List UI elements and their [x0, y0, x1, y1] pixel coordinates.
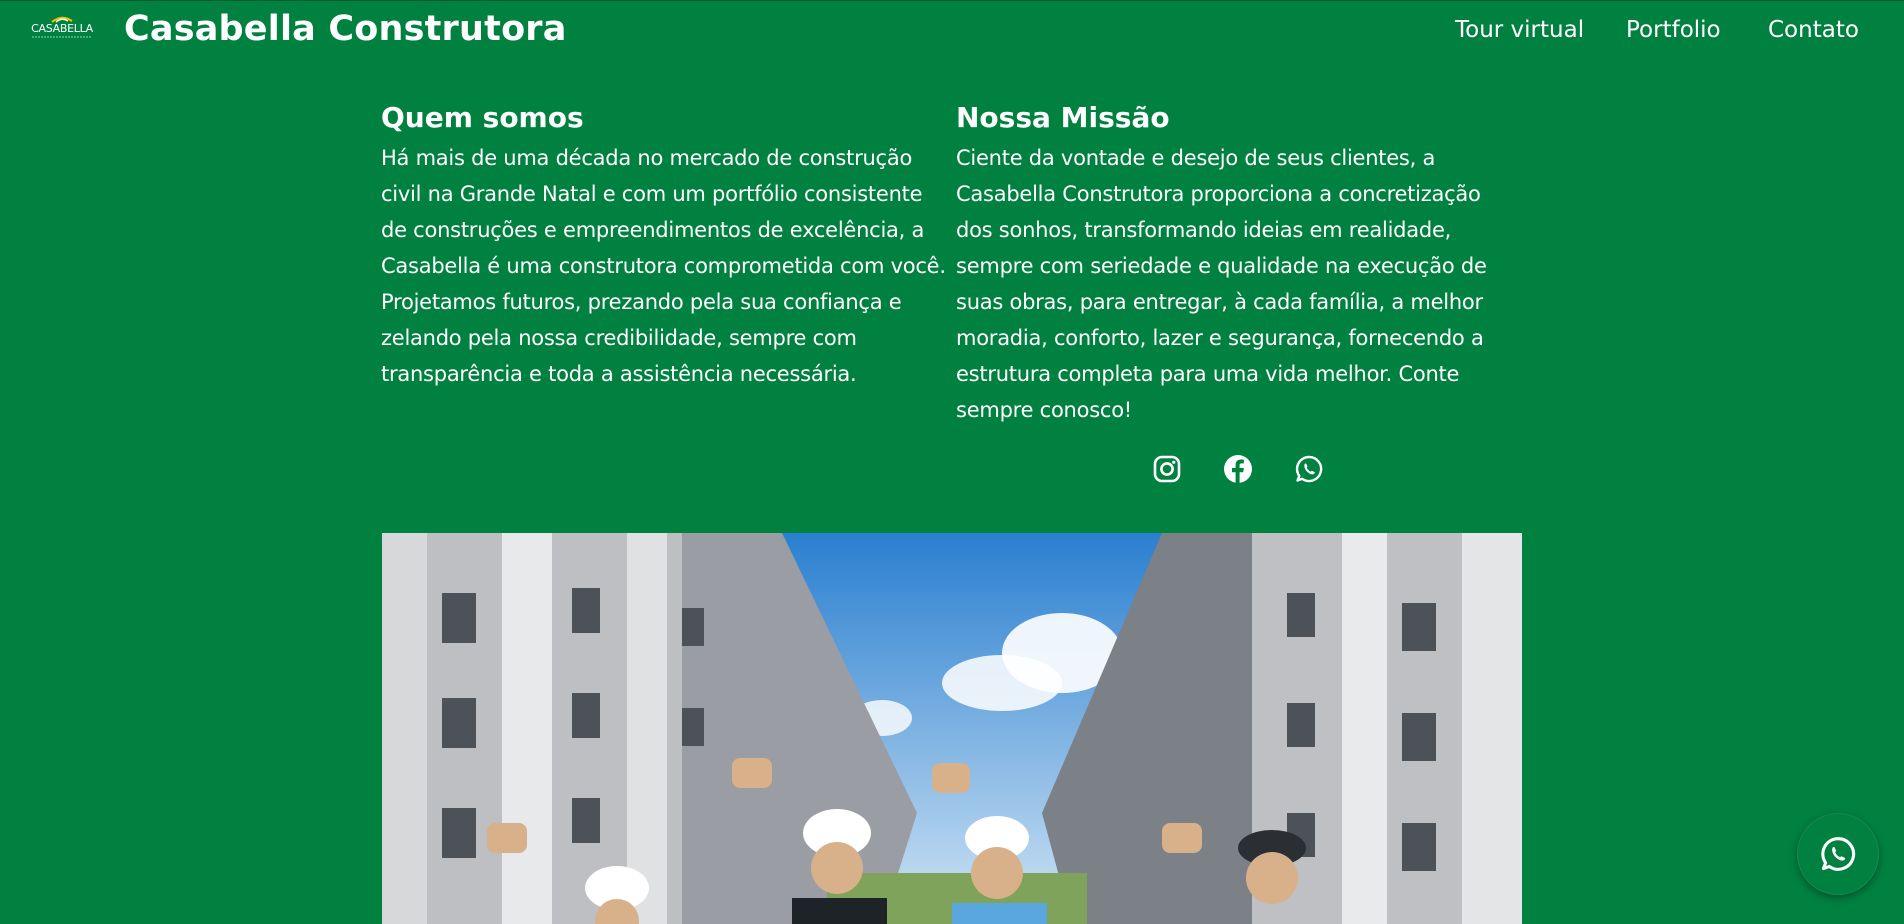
whatsapp-link[interactable]	[1292, 452, 1326, 486]
mission-title: Nossa Missão	[956, 101, 1170, 134]
instagram-link[interactable]	[1150, 452, 1184, 486]
instagram-icon	[1150, 452, 1184, 486]
facebook-icon	[1221, 452, 1255, 486]
whatsapp-icon	[1292, 452, 1326, 486]
nav-tour-virtual[interactable]: Tour virtual	[1455, 14, 1584, 46]
brand-title[interactable]: Casabella Construtora	[124, 8, 567, 50]
nav-portfolio[interactable]: Portfolio	[1626, 14, 1721, 46]
team-photo	[382, 533, 1522, 924]
mission-section: Nossa Missão Ciente da vontade e desejo …	[956, 100, 1521, 428]
floating-whatsapp-button[interactable]	[1797, 813, 1879, 895]
page: CASABELLA Casabella Construtora Tour vir…	[0, 0, 1904, 924]
nav-contato[interactable]: Contato	[1768, 14, 1859, 46]
navbar: CASABELLA Casabella Construtora Tour vir…	[0, 0, 1904, 58]
about-section: Quem somos Há mais de uma década no merc…	[381, 100, 946, 392]
about-text: Há mais de uma década no mercado de cons…	[381, 146, 946, 386]
casabella-logo[interactable]: CASABELLA	[22, 13, 102, 41]
about-title: Quem somos	[381, 101, 584, 134]
facebook-link[interactable]	[1221, 452, 1255, 486]
social-links	[1150, 452, 1330, 486]
mission-text: Ciente da vontade e desejo de seus clien…	[956, 146, 1487, 422]
svg-text:CASABELLA: CASABELLA	[31, 22, 94, 35]
